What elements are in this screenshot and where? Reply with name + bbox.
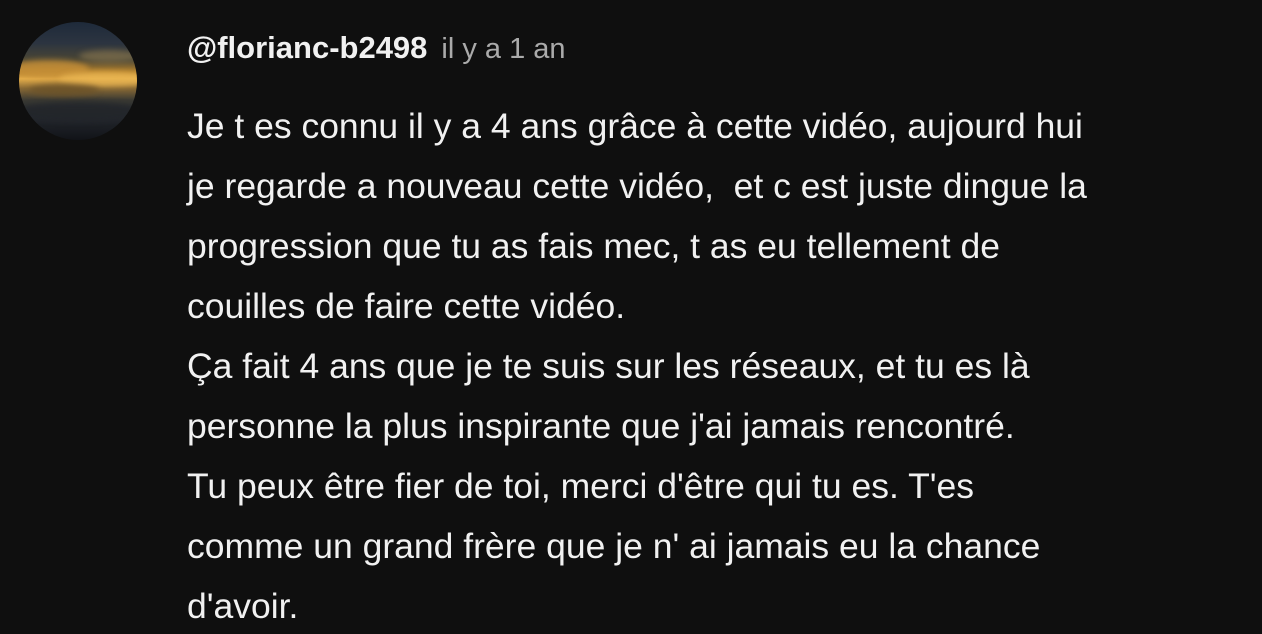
avatar[interactable] xyxy=(19,22,137,140)
comment-text-line: je regarde a nouveau cette vidéo, et c e… xyxy=(187,166,1087,206)
comment-text: Je t es connu il y a 4 ans grâce à cette… xyxy=(187,96,1251,634)
author-name-link[interactable]: @florianc-b2498 xyxy=(187,30,427,66)
comment-text-line: progression que tu as fais mec, t as eu … xyxy=(187,226,1000,266)
avatar-cloud-shape xyxy=(79,50,137,62)
avatar-cloud-shape xyxy=(19,102,137,122)
comment-text-line: couilles de faire cette vidéo. xyxy=(187,286,626,326)
timestamp-link[interactable]: il y a 1 an xyxy=(441,33,565,66)
comment-header: @florianc-b2498 il y a 1 an xyxy=(187,30,566,74)
avatar-cloud-shape xyxy=(29,84,99,96)
comment-text-line: personne la plus inspirante que j'ai jam… xyxy=(187,406,1015,446)
comment-thread: @florianc-b2498 il y a 1 an Je t es conn… xyxy=(0,0,1262,634)
comment-text-line: Je t es connu il y a 4 ans grâce à cette… xyxy=(187,106,1083,146)
comment-text-line: comme un grand frère que je n' ai jamais… xyxy=(187,526,1041,566)
comment-text-line: Tu peux être fier de toi, merci d'être q… xyxy=(187,466,975,506)
comment-text-line: Ça fait 4 ans que je te suis sur les rés… xyxy=(187,346,1030,386)
comment-text-line: d'avoir. xyxy=(187,586,299,626)
